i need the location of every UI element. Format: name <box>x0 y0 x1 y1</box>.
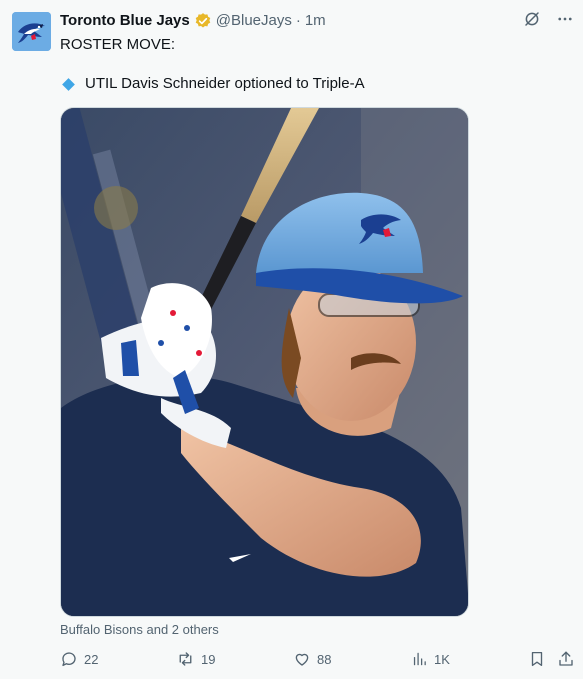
views-button[interactable]: 1K <box>411 650 450 668</box>
action-bar: 22 19 88 1K <box>60 650 575 672</box>
tweet-photo[interactable] <box>60 107 469 617</box>
top-right-actions <box>523 10 575 28</box>
tweet-text-line-1: ROSTER MOVE: <box>60 36 176 53</box>
repost-icon <box>179 652 192 666</box>
tweet-text-line-2: UTIL Davis Schneider optioned to Triple-… <box>60 74 365 94</box>
diamond-icon <box>62 77 75 91</box>
more-icon[interactable] <box>555 10 575 28</box>
bookmark-icon <box>531 651 543 667</box>
player-photo-image <box>61 108 468 616</box>
tagged-users[interactable]: Buffalo Bisons and 2 others <box>60 622 219 637</box>
display-name[interactable]: Toronto Blue Jays <box>60 11 190 31</box>
views-icon <box>413 652 426 666</box>
tweet-header: Toronto Blue Jays @BlueJays · 1m <box>60 11 523 31</box>
like-count: 88 <box>317 651 332 667</box>
reply-icon <box>62 652 76 667</box>
view-count: 1K <box>434 651 450 667</box>
like-button[interactable]: 88 <box>293 650 331 668</box>
separator-dot: · <box>295 12 301 29</box>
bookmark-button[interactable] <box>528 650 546 668</box>
reply-button[interactable]: 22 <box>60 650 98 668</box>
timestamp[interactable]: 1m <box>305 11 326 31</box>
like-icon <box>295 653 309 666</box>
tweet-card[interactable]: Toronto Blue Jays @BlueJays · 1m ROSTER … <box>0 0 583 679</box>
grok-icon[interactable] <box>523 10 541 28</box>
share-icon <box>559 651 573 666</box>
reply-count: 22 <box>84 651 99 667</box>
repost-button[interactable]: 19 <box>176 650 215 668</box>
blue-jays-logo-icon <box>12 12 51 51</box>
roster-move-detail: UTIL Davis Schneider optioned to Triple-… <box>85 75 365 92</box>
avatar[interactable] <box>12 12 51 51</box>
repost-count: 19 <box>201 651 216 667</box>
handle[interactable]: @BlueJays <box>216 11 292 31</box>
share-button[interactable] <box>557 650 575 668</box>
verified-badge-icon[interactable] <box>194 12 212 30</box>
